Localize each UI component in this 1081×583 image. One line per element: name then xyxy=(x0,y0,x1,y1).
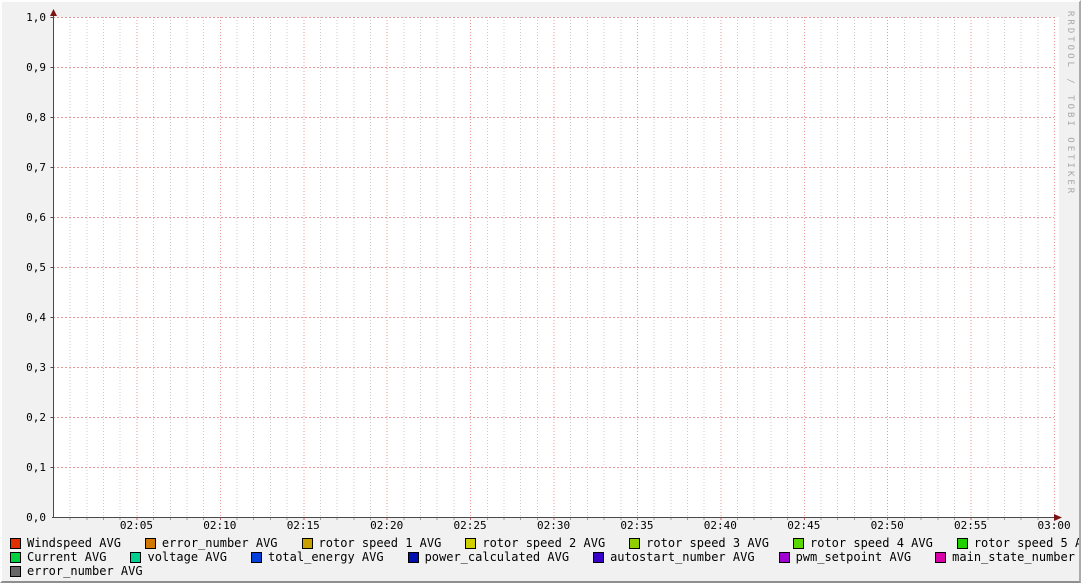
legend-item: error_number AVG xyxy=(145,537,278,549)
legend-swatch-icon xyxy=(10,538,21,549)
legend-swatch-icon xyxy=(629,538,640,549)
legend-label: total_energy AVG xyxy=(268,551,384,563)
x-axis-tick-label: 03:00 xyxy=(1024,520,1081,531)
x-axis-tick-label: 02:05 xyxy=(106,520,166,531)
legend-swatch-icon xyxy=(145,538,156,549)
legend-item: Current AVG xyxy=(10,551,106,563)
chart-grid xyxy=(2,2,1072,530)
x-axis-tick-label: 02:30 xyxy=(524,520,584,531)
legend-label: power_calculated AVG xyxy=(425,551,570,563)
legend-row: Current AVG voltage AVG total_energy AVG po… xyxy=(10,551,1081,563)
legend-item: voltage AVG xyxy=(130,551,226,563)
y-axis-tick-label: 1,0 xyxy=(2,12,46,23)
legend-item: pwm_setpoint AVG xyxy=(779,551,912,563)
legend-item: rotor speed 3 AVG xyxy=(629,537,769,549)
legend-item: error_number AVG xyxy=(10,565,143,577)
legend-label: error_number AVG xyxy=(27,565,143,577)
legend-label: rotor speed 3 AVG xyxy=(646,537,769,549)
y-axis-tick-label: 0,9 xyxy=(2,62,46,73)
legend-item: power_calculated AVG xyxy=(408,551,570,563)
legend-label: autostart_number AVG xyxy=(610,551,755,563)
y-axis-arrow-icon xyxy=(50,9,57,16)
legend-swatch-icon xyxy=(957,538,968,549)
x-axis-tick-label: 02:45 xyxy=(774,520,834,531)
y-axis-tick-label: 0,2 xyxy=(2,412,46,423)
y-axis-tick-label: 0,8 xyxy=(2,112,46,123)
legend-label: rotor speed 1 AVG xyxy=(319,537,442,549)
x-axis-tick-label: 02:35 xyxy=(607,520,667,531)
x-axis-tick-label: 02:10 xyxy=(190,520,250,531)
y-axis-tick-label: 0,7 xyxy=(2,162,46,173)
legend-label: Current AVG xyxy=(27,551,106,563)
legend-swatch-icon xyxy=(408,552,419,563)
legend-item: autostart_number AVG xyxy=(593,551,755,563)
y-axis-tick-label: 0,0 xyxy=(2,512,46,523)
rrdtool-graph: 1,0 0,9 0,8 0,7 0,6 0,5 0,4 0,3 0,2 0,1 0,0 02:05 0… xyxy=(0,0,1081,583)
legend-row: error_number AVG xyxy=(10,565,143,577)
x-axis-tick-label: 02:40 xyxy=(690,520,750,531)
legend-item: total_energy AVG xyxy=(251,551,384,563)
y-axis-tick-label: 0,3 xyxy=(2,362,46,373)
x-axis-tick-label: 02:25 xyxy=(440,520,500,531)
legend-item: rotor speed 2 AVG xyxy=(465,537,605,549)
x-axis-tick-label: 02:15 xyxy=(273,520,333,531)
legend-swatch-icon xyxy=(251,552,262,563)
legend-item: rotor speed 4 AVG xyxy=(793,537,933,549)
legend-item: main_state_number AVG xyxy=(935,551,1081,563)
legend-swatch-icon xyxy=(302,538,313,549)
x-axis-tick-label: 02:55 xyxy=(941,520,1001,531)
legend-swatch-icon xyxy=(935,552,946,563)
legend-label: rotor speed 4 AVG xyxy=(810,537,933,549)
legend-swatch-icon xyxy=(10,552,21,563)
legend-item: rotor speed 5 AVG xyxy=(957,537,1081,549)
legend-swatch-icon xyxy=(779,552,790,563)
legend-label: main_state_number AVG xyxy=(952,551,1081,563)
legend-label: voltage AVG xyxy=(147,551,226,563)
legend-label: Windspeed AVG xyxy=(27,537,121,549)
legend-item: Windspeed AVG xyxy=(10,537,121,549)
legend-label: pwm_setpoint AVG xyxy=(796,551,912,563)
legend-swatch-icon xyxy=(793,538,804,549)
legend-swatch-icon xyxy=(10,566,21,577)
y-axis-tick-label: 0,6 xyxy=(2,212,46,223)
x-axis-tick-label: 02:50 xyxy=(857,520,917,531)
y-axis-tick-label: 0,1 xyxy=(2,462,46,473)
x-axis-tick-label: 02:20 xyxy=(357,520,417,531)
legend-swatch-icon xyxy=(593,552,604,563)
legend-row: Windspeed AVG error_number AVG rotor speed… xyxy=(10,537,1081,549)
legend-swatch-icon xyxy=(130,552,141,563)
legend-label: rotor speed 2 AVG xyxy=(482,537,605,549)
legend-swatch-icon xyxy=(465,538,476,549)
legend-item: rotor speed 1 AVG xyxy=(302,537,442,549)
legend-label: error_number AVG xyxy=(162,537,278,549)
rrdtool-watermark: RRDTOOL / TOBI OETIKER xyxy=(1065,11,1075,196)
legend-label: rotor speed 5 AVG xyxy=(974,537,1081,549)
y-axis-tick-label: 0,5 xyxy=(2,262,46,273)
y-axis-tick-label: 0,4 xyxy=(2,312,46,323)
